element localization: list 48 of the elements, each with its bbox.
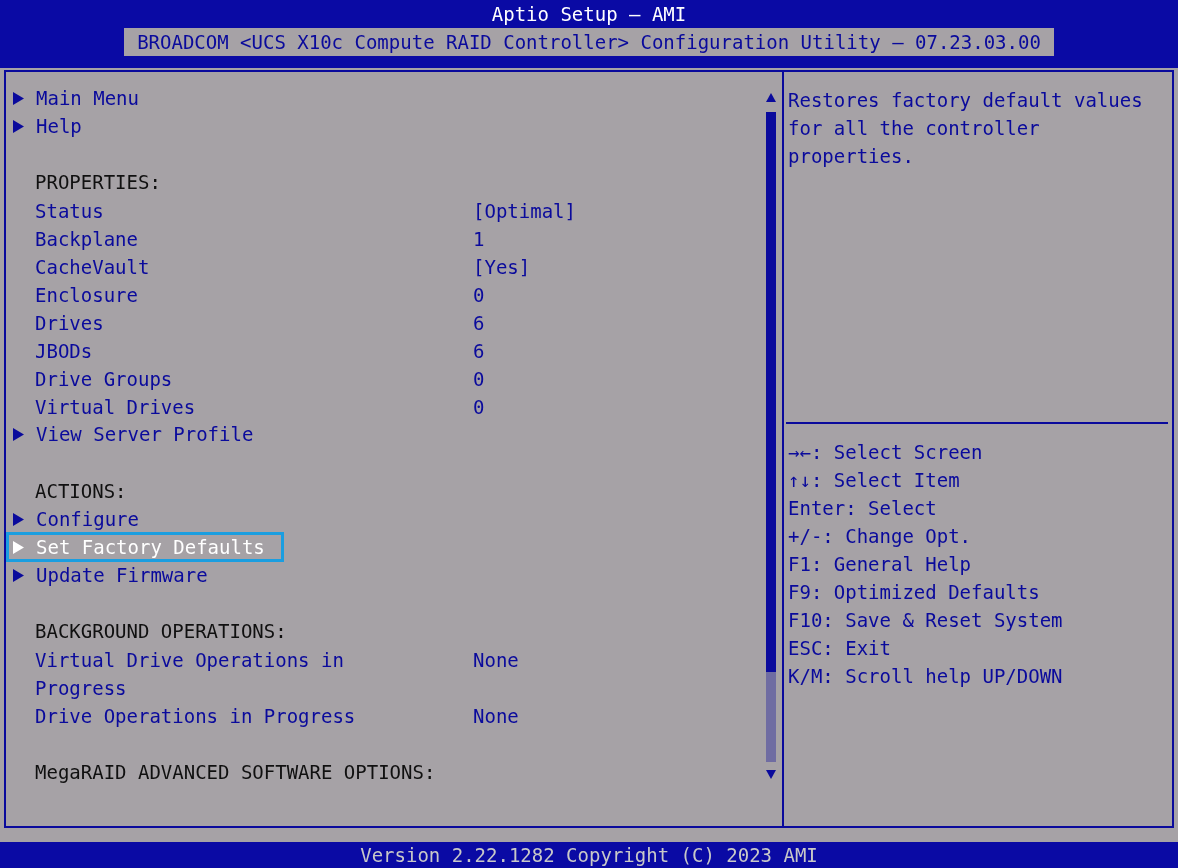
key-hint: K/M: Scroll help UP/DOWN (787, 664, 1064, 689)
key-hint: F1: General Help (787, 552, 973, 577)
property-label: Virtual Drives (35, 394, 197, 420)
key-hint: ESC: Exit (787, 636, 892, 661)
menu-item[interactable]: Main Menu (6, 83, 158, 113)
property-value: 0 (473, 394, 485, 420)
window-title: Aptio Setup – AMI (491, 2, 687, 27)
property-label: Drive Operations in Progress (35, 703, 357, 729)
menu-item[interactable]: Configure (6, 504, 158, 534)
property-label: Status (35, 198, 105, 224)
property-label: Drives (35, 310, 105, 336)
property-label: CacheVault (35, 254, 151, 280)
property-value: 6 (473, 338, 485, 364)
property-label: JBODs (35, 338, 94, 364)
help-text: Restores factory default values for all the controller properties. (787, 88, 1144, 169)
property-value: None (473, 647, 519, 673)
key-hint: →←: Select Screen (787, 440, 984, 465)
version-text: Version 2.22.1282 Copyright (C) 2023 AMI (360, 842, 818, 868)
triangle-icon (13, 91, 24, 105)
property-label: Virtual Drive Operations in Progress (35, 647, 345, 701)
triangle-icon (13, 119, 24, 133)
section-heading: ACTIONS: (35, 478, 127, 504)
key-hint: +/-: Change Opt. (787, 524, 973, 549)
property-value: 0 (473, 282, 485, 308)
utility-title: BROADCOM <UCS X10c Compute RAID Controller> Configuration Utility – 07.23.03.00 (124, 28, 1054, 56)
key-hint: F9: Optimized Defaults (787, 580, 1041, 605)
property-label: Backplane (35, 226, 139, 252)
property-value: 6 (473, 310, 485, 336)
section-heading: PROPERTIES: (35, 170, 161, 195)
key-hint: Enter: Select (787, 496, 938, 521)
property-value: [Yes] (473, 254, 531, 280)
section-heading: MegaRAID ADVANCED SOFTWARE OPTIONS: (35, 759, 436, 785)
menu-item[interactable]: Update Firmware (6, 560, 227, 590)
menu-item[interactable]: Help (6, 111, 101, 141)
key-hint: ↑↓: Select Item (787, 468, 961, 493)
section-heading: BACKGROUND OPERATIONS: (35, 619, 287, 644)
triangle-icon (13, 512, 24, 526)
triangle-icon (13, 428, 24, 441)
property-value: 1 (473, 226, 485, 252)
triangle-icon (13, 540, 24, 554)
key-hint: F10: Save & Reset System (787, 608, 1064, 633)
property-value: 0 (473, 366, 485, 392)
menu-item[interactable]: View Server Profile (6, 419, 273, 450)
property-label: Enclosure (35, 282, 139, 308)
triangle-icon (13, 568, 24, 582)
property-label: Drive Groups (35, 366, 174, 392)
property-value: [Optimal] (473, 198, 576, 224)
property-value: None (473, 703, 519, 729)
